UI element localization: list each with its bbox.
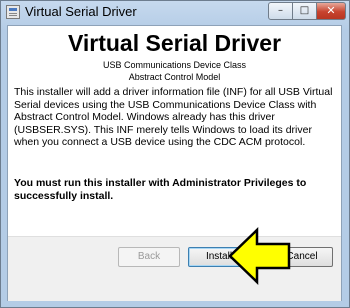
admin-warning-text: You must run this installer with Adminis…: [14, 177, 307, 202]
yellow-arrow-icon: [228, 227, 291, 285]
subtitle-line-2: Abstract Control Model: [128, 72, 221, 82]
close-button[interactable]: ✕: [316, 2, 346, 20]
minimize-button[interactable]: –: [268, 2, 293, 20]
subtitle-line-1: USB Communications Device Class: [102, 60, 247, 70]
description-text: This installer will add a driver informa…: [14, 86, 333, 148]
page-title: Virtual Serial Driver: [67, 30, 282, 56]
maximize-button[interactable]: □: [292, 2, 317, 20]
application-icon: [6, 5, 20, 19]
window-title: Virtual Serial Driver: [25, 4, 137, 19]
back-button[interactable]: Back: [118, 247, 180, 267]
installer-window: Virtual Serial Driver – □ ✕ Virtual Seri…: [0, 0, 350, 308]
title-bar[interactable]: Virtual Serial Driver – □ ✕: [1, 1, 349, 25]
